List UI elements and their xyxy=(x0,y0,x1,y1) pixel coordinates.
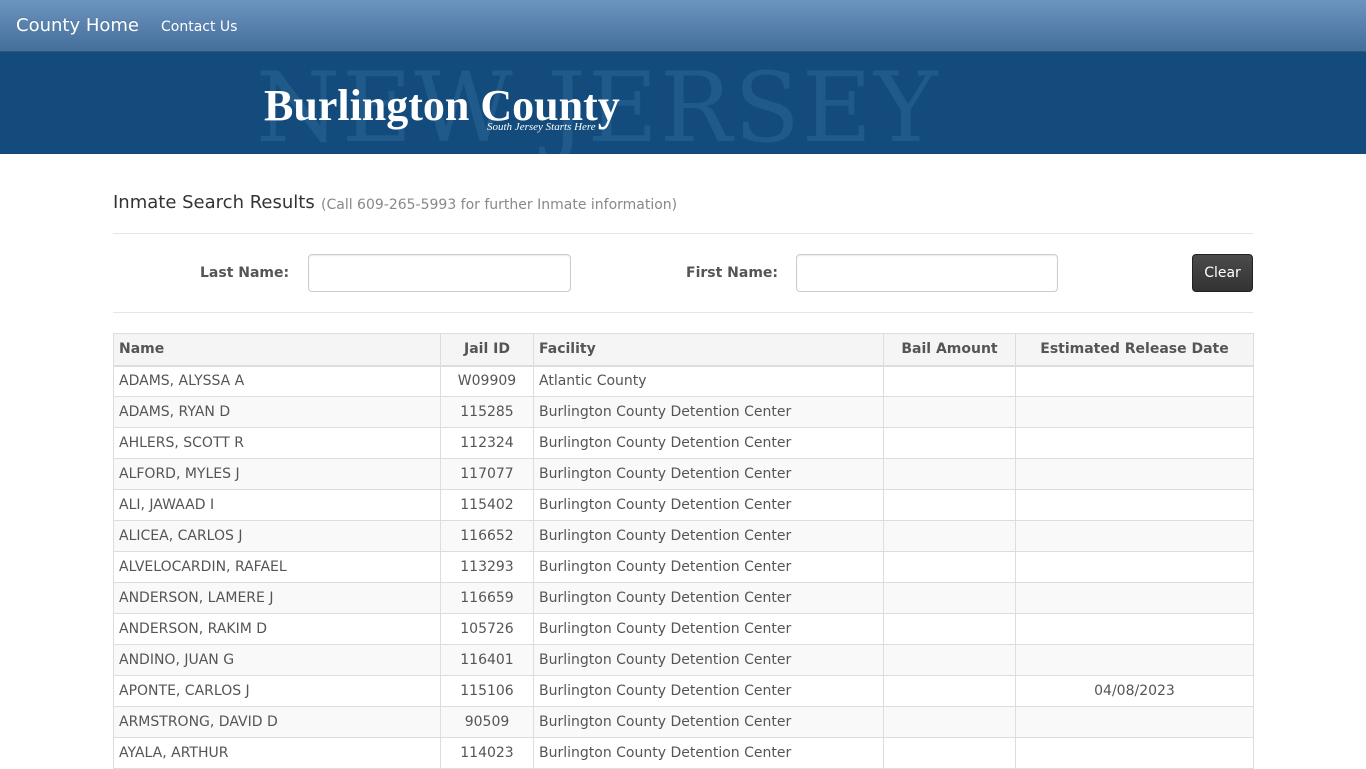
column-header-name[interactable]: Name xyxy=(113,333,441,367)
table-row[interactable]: AHLERS, SCOTT R 112324 Burlington County D… xyxy=(113,427,1254,459)
cell-jail-id: 116401 xyxy=(440,644,534,676)
top-navbar: County Home Contact Us xyxy=(0,0,1366,52)
cell-facility: Burlington County Detention Center xyxy=(533,613,884,645)
cell-facility: Burlington County Detention Center xyxy=(533,427,884,459)
cell-bail-amount xyxy=(883,644,1016,676)
info-note: (Call 609-265-5993 for further Inmate in… xyxy=(321,197,678,213)
cell-jail-id: 112324 xyxy=(440,427,534,459)
cell-facility: Burlington County Detention Center xyxy=(533,737,884,769)
table-row[interactable]: ADAMS, RYAN D 115285 Burlington County Det… xyxy=(113,396,1254,428)
cell-name: AHLERS, SCOTT R xyxy=(113,427,441,459)
cell-jail-id: 105726 xyxy=(440,613,534,645)
cell-name: ALICEA, CARLOS J xyxy=(113,520,441,552)
cell-bail-amount xyxy=(883,737,1016,769)
table-row[interactable]: ALICEA, CARLOS J 116652 Burlington County … xyxy=(113,520,1254,552)
cell-bail-amount xyxy=(883,613,1016,645)
cell-facility: Burlington County Detention Center xyxy=(533,458,884,490)
cell-release-date xyxy=(1015,706,1254,738)
column-header-bail-amount[interactable]: Bail Amount xyxy=(883,333,1016,367)
cell-bail-amount xyxy=(883,365,1016,397)
cell-jail-id: 116659 xyxy=(440,582,534,614)
table-row[interactable]: APONTE, CARLOS J 115106 Burlington County … xyxy=(113,675,1254,707)
table-row[interactable]: ANDERSON, RAKIM D 105726 Burlington County… xyxy=(113,613,1254,645)
cell-release-date: 04/08/2023 xyxy=(1015,675,1254,707)
cell-name: AYALA, ARTHUR xyxy=(113,737,441,769)
cell-name: ALI, JAWAAD I xyxy=(113,489,441,521)
cell-release-date xyxy=(1015,365,1254,397)
cell-name: ALFORD, MYLES J xyxy=(113,458,441,490)
cell-jail-id: 114023 xyxy=(440,737,534,769)
cell-jail-id: 115402 xyxy=(440,489,534,521)
table-row[interactable]: ARMSTRONG, DAVID D 90509 Burlington County… xyxy=(113,706,1254,738)
divider xyxy=(113,233,1253,234)
cell-name: ADAMS, ALYSSA A xyxy=(113,365,441,397)
cell-facility: Burlington County Detention Center xyxy=(533,520,884,552)
table-row[interactable]: ALFORD, MYLES J 117077 Burlington County D… xyxy=(113,458,1254,490)
county-home-link[interactable]: County Home xyxy=(16,15,139,36)
cell-facility: Burlington County Detention Center xyxy=(533,675,884,707)
cell-jail-id: 90509 xyxy=(440,706,534,738)
cell-facility: Burlington County Detention Center xyxy=(533,644,884,676)
cell-jail-id: 116652 xyxy=(440,520,534,552)
table-header-row: Name Jail ID Facility Bail Amount Estima… xyxy=(113,333,1254,367)
cell-release-date xyxy=(1015,427,1254,459)
cell-release-date xyxy=(1015,644,1254,676)
cell-name: ANDINO, JUAN G xyxy=(113,644,441,676)
cell-facility: Burlington County Detention Center xyxy=(533,489,884,521)
cell-release-date xyxy=(1015,396,1254,428)
cell-release-date xyxy=(1015,458,1254,490)
cell-facility: Burlington County Detention Center xyxy=(533,551,884,583)
cell-bail-amount xyxy=(883,427,1016,459)
first-name-label: First Name: xyxy=(686,265,779,281)
cell-name: APONTE, CARLOS J xyxy=(113,675,441,707)
table-row[interactable]: ANDINO, JUAN G 116401 Burlington County De… xyxy=(113,644,1254,676)
cell-release-date xyxy=(1015,489,1254,521)
column-header-facility[interactable]: Facility xyxy=(533,333,884,367)
cell-jail-id: 113293 xyxy=(440,551,534,583)
cell-name: ANDERSON, RAKIM D xyxy=(113,613,441,645)
cell-bail-amount xyxy=(883,582,1016,614)
cell-bail-amount xyxy=(883,520,1016,552)
cell-bail-amount xyxy=(883,675,1016,707)
column-header-release-date[interactable]: Estimated Release Date xyxy=(1015,333,1254,367)
divider xyxy=(113,312,1253,313)
cell-jail-id: 115106 xyxy=(440,675,534,707)
cell-release-date xyxy=(1015,737,1254,769)
table-row[interactable]: ALVELOCARDIN, RAFAEL 113293 Burlington Cou… xyxy=(113,551,1254,583)
cell-facility: Burlington County Detention Center xyxy=(533,582,884,614)
clear-button[interactable]: Clear xyxy=(1192,254,1253,292)
cell-release-date xyxy=(1015,551,1254,583)
cell-name: ARMSTRONG, DAVID D xyxy=(113,706,441,738)
cell-jail-id: 115285 xyxy=(440,396,534,428)
page-title: Inmate Search Results xyxy=(113,192,315,213)
cell-bail-amount xyxy=(883,551,1016,583)
cell-bail-amount xyxy=(883,489,1016,521)
cell-name: ADAMS, RYAN D xyxy=(113,396,441,428)
cell-facility: Burlington County Detention Center xyxy=(533,396,884,428)
table-row[interactable]: ANDERSON, LAMERE J 116659 Burlington Count… xyxy=(113,582,1254,614)
table-row[interactable]: AYALA, ARTHUR 114023 Burlington County Det… xyxy=(113,737,1254,769)
cell-bail-amount xyxy=(883,706,1016,738)
last-name-label: Last Name: xyxy=(200,265,290,281)
cell-release-date xyxy=(1015,520,1254,552)
cell-facility: Burlington County Detention Center xyxy=(533,706,884,738)
cell-name: ALVELOCARDIN, RAFAEL xyxy=(113,551,441,583)
cell-jail-id: W09909 xyxy=(440,365,534,397)
cell-jail-id: 117077 xyxy=(440,458,534,490)
last-name-input[interactable] xyxy=(308,254,571,292)
first-name-input[interactable] xyxy=(796,254,1058,292)
banner-tagline: South Jersey Starts Here xyxy=(487,121,596,133)
table-row[interactable]: ADAMS, ALYSSA A W09909 Atlantic County xyxy=(113,365,1254,397)
header-banner: NEW JERSEY Burlington County South Jerse… xyxy=(0,52,1366,154)
cell-bail-amount xyxy=(883,458,1016,490)
cell-bail-amount xyxy=(883,396,1016,428)
cell-release-date xyxy=(1015,613,1254,645)
column-header-jail-id[interactable]: Jail ID xyxy=(440,333,534,367)
cell-release-date xyxy=(1015,582,1254,614)
contact-us-link[interactable]: Contact Us xyxy=(161,19,237,35)
cell-facility: Atlantic County xyxy=(533,365,884,397)
inmate-results-table: Name Jail ID Facility Bail Amount Estima… xyxy=(113,333,1254,769)
cell-name: ANDERSON, LAMERE J xyxy=(113,582,441,614)
table-row[interactable]: ALI, JAWAAD I 115402 Burlington County Det… xyxy=(113,489,1254,521)
